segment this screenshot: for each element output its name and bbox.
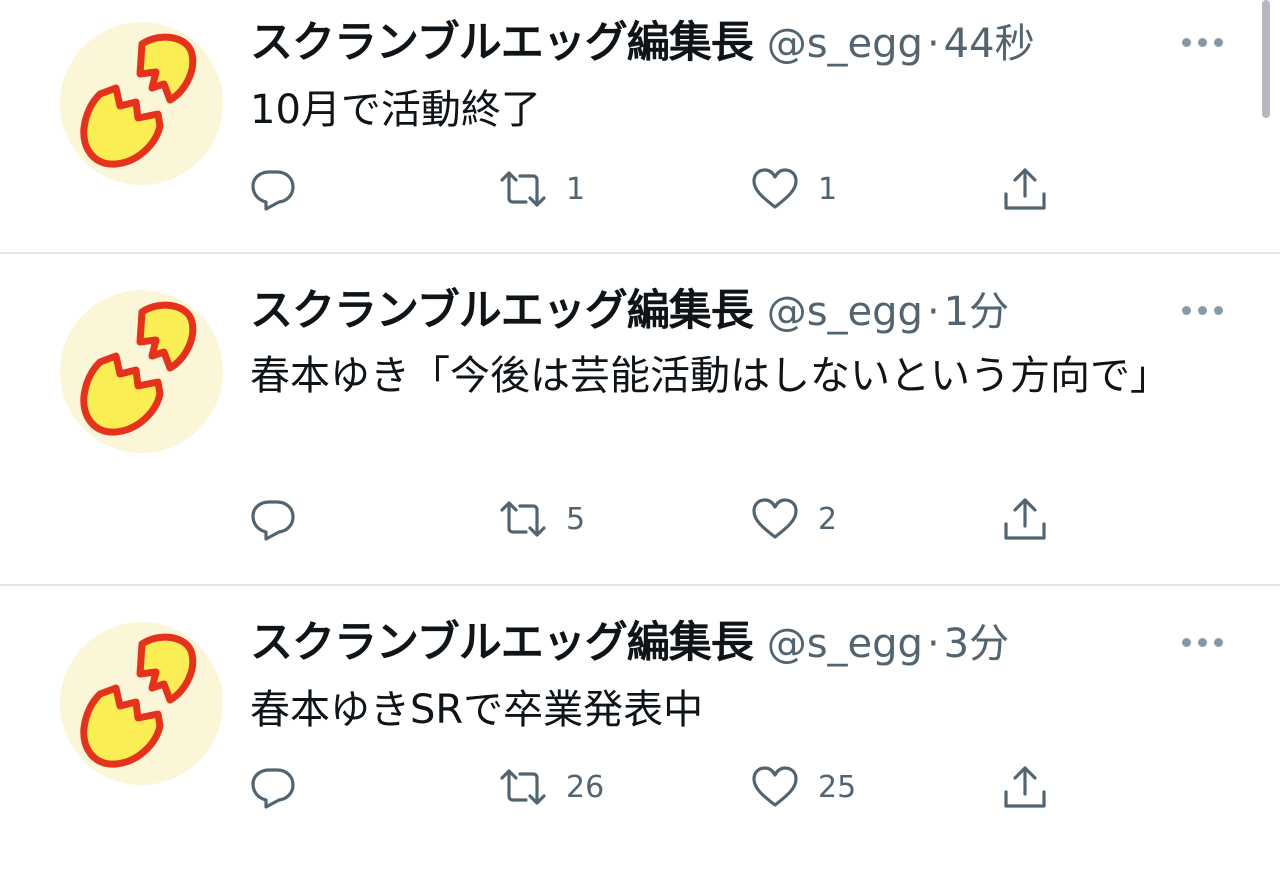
- retweet-icon: [500, 171, 546, 207]
- avatar[interactable]: [60, 22, 223, 185]
- separator: ·: [926, 21, 940, 67]
- retweet-button[interactable]: 5: [498, 494, 585, 544]
- tweet-text: 10月で活動終了: [250, 87, 541, 133]
- like-button[interactable]: 2: [750, 494, 837, 544]
- scrollbar[interactable]: [1262, 0, 1270, 118]
- reply-button[interactable]: [248, 164, 316, 214]
- share-icon: [1004, 766, 1046, 808]
- egg-logo-icon: [80, 301, 197, 436]
- like-count: 1: [818, 171, 838, 207]
- author-name[interactable]: スクランブルエッグ編集長: [250, 618, 754, 668]
- share-icon: [1004, 498, 1046, 540]
- reply-icon: [251, 170, 295, 211]
- share-button[interactable]: [1000, 762, 1050, 812]
- retweet-count: 26: [566, 769, 605, 805]
- like-button[interactable]: 25: [750, 762, 856, 812]
- heart-icon: [752, 168, 798, 209]
- separator: ·: [926, 621, 940, 667]
- tweet-text: 春本ゆきSRで卒業発表中: [250, 687, 704, 733]
- author-handle[interactable]: @s_egg: [767, 21, 923, 67]
- reply-button[interactable]: [248, 762, 316, 812]
- avatar[interactable]: [60, 622, 223, 785]
- tweet-actions: 26 25: [248, 762, 1068, 812]
- tweet[interactable]: スクランブルエッグ編集長 @s_egg · 1分 春本ゆき「今後は芸能活動はしないとい…: [0, 254, 1280, 586]
- author-handle[interactable]: @s_egg: [767, 621, 923, 667]
- egg-logo-icon: [80, 33, 197, 168]
- retweet-count: 1: [566, 171, 586, 207]
- share-icon: [1004, 168, 1046, 210]
- like-count: 2: [818, 501, 838, 537]
- like-button[interactable]: 1: [750, 164, 837, 214]
- reply-icon: [251, 768, 295, 809]
- retweet-icon: [500, 501, 546, 537]
- tweet-header: スクランブルエッグ編集長 @s_egg · 1分: [250, 290, 1009, 333]
- tweet[interactable]: スクランブルエッグ編集長 @s_egg · 44秒 10月で活動終了 1 1: [0, 0, 1280, 254]
- like-count: 25: [818, 769, 857, 805]
- reply-icon: [251, 500, 295, 541]
- timestamp[interactable]: 1分: [944, 289, 1009, 335]
- timestamp[interactable]: 3分: [944, 621, 1009, 667]
- retweet-button[interactable]: 1: [498, 164, 585, 214]
- timeline: スクランブルエッグ編集長 @s_egg · 44秒 10月で活動終了 1 1 ス…: [0, 0, 1280, 872]
- more-options-button[interactable]: [1182, 638, 1224, 648]
- more-horizontal-icon: [1182, 306, 1191, 315]
- heart-icon: [752, 498, 798, 539]
- avatar[interactable]: [60, 290, 223, 453]
- tweet[interactable]: スクランブルエッグ編集長 @s_egg · 3分 春本ゆきSRで卒業発表中 26 25: [0, 586, 1280, 872]
- more-horizontal-icon: [1182, 638, 1191, 647]
- heart-icon: [752, 766, 798, 807]
- timestamp[interactable]: 44秒: [944, 21, 1035, 67]
- tweet-actions: 5 2: [248, 494, 1068, 544]
- separator: ·: [926, 289, 940, 335]
- retweet-button[interactable]: 26: [498, 762, 604, 812]
- tweet-header: スクランブルエッグ編集長 @s_egg · 44秒: [250, 22, 1035, 65]
- retweet-count: 5: [566, 501, 586, 537]
- egg-logo-icon: [80, 633, 197, 768]
- more-horizontal-icon: [1182, 38, 1191, 47]
- author-name[interactable]: スクランブルエッグ編集長: [250, 18, 754, 68]
- retweet-icon: [500, 769, 546, 805]
- more-options-button[interactable]: [1182, 38, 1224, 48]
- tweet-actions: 1 1: [248, 164, 1068, 214]
- author-handle[interactable]: @s_egg: [767, 289, 923, 335]
- more-options-button[interactable]: [1182, 306, 1224, 316]
- tweet-text: 春本ゆき「今後は芸能活動はしないという方向で」: [250, 353, 1170, 399]
- author-name[interactable]: スクランブルエッグ編集長: [250, 286, 754, 336]
- tweet-header: スクランブルエッグ編集長 @s_egg · 3分: [250, 622, 1009, 665]
- share-button[interactable]: [1000, 164, 1050, 214]
- reply-button[interactable]: [248, 494, 316, 544]
- share-button[interactable]: [1000, 494, 1050, 544]
